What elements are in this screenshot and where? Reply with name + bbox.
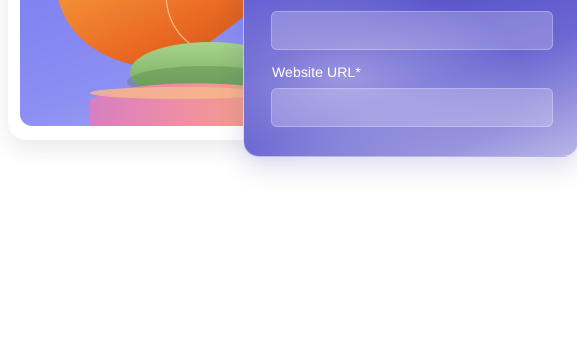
website-url-label: Website URL* <box>272 64 361 80</box>
website-url-input[interactable] <box>271 88 553 127</box>
text-input-field[interactable] <box>271 11 553 50</box>
page: Website URL* <box>0 0 577 346</box>
website-form-card: Website URL* <box>243 0 577 157</box>
